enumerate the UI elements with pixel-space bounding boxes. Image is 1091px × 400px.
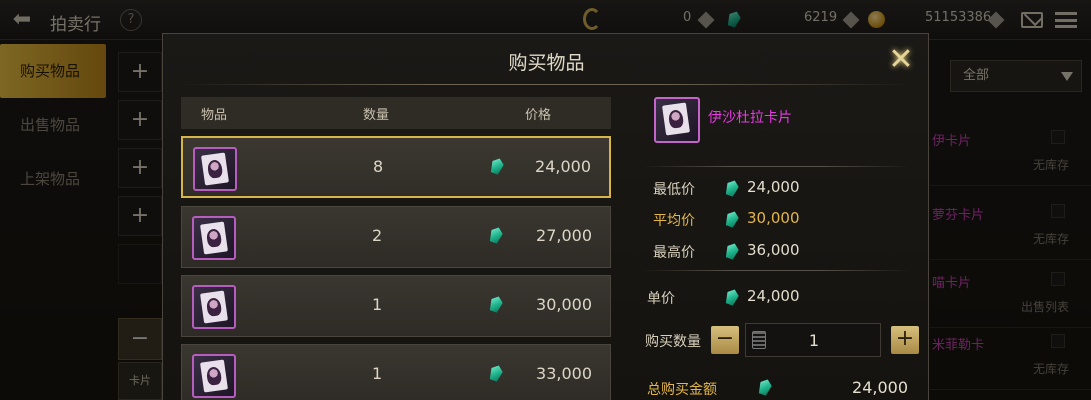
table-row[interactable]: 1 33,000	[181, 344, 611, 400]
row-qty: 1	[372, 295, 383, 314]
column-price: 价格	[525, 108, 552, 123]
buy-item-dialog: 购买物品 ✕ 物品 数量 价格 8 24,000 2 27,000 1 30,0…	[162, 33, 929, 400]
gem-icon	[724, 178, 741, 197]
quantity-value: 1	[808, 331, 820, 350]
divider	[641, 166, 911, 167]
column-item: 物品	[201, 108, 228, 123]
close-button[interactable]: ✕	[883, 42, 919, 78]
max-price-label: 最高价	[653, 245, 695, 261]
min-price-value: 24,000	[747, 178, 800, 196]
decrease-qty-button[interactable]: −	[711, 326, 739, 354]
item-thumbnail	[193, 147, 237, 191]
min-price-label: 最低价	[653, 182, 695, 198]
row-qty: 1	[372, 364, 383, 383]
gem-icon	[488, 225, 505, 244]
table-row[interactable]: 2 27,000	[181, 206, 611, 268]
buy-qty-label: 购买数量	[645, 334, 701, 350]
divider	[181, 84, 911, 85]
increase-qty-button[interactable]: +	[891, 326, 919, 354]
listing-table-header: 物品 数量 价格	[181, 97, 611, 129]
row-qty: 2	[372, 226, 383, 245]
gem-icon	[724, 287, 741, 306]
column-qty: 数量	[363, 108, 390, 123]
row-price: 24,000	[535, 157, 591, 176]
auction-screen: ⬅ 拍卖行 ? 0 6219 51153386 购买物品 出售物品 上架物品 +…	[0, 0, 1091, 400]
gem-icon	[489, 156, 506, 175]
row-price: 27,000	[536, 226, 592, 245]
close-icon: ✕	[888, 42, 914, 77]
item-thumbnail	[192, 354, 236, 398]
max-price-value: 36,000	[747, 241, 800, 259]
item-thumbnail	[192, 285, 236, 329]
gem-icon	[757, 377, 774, 396]
gem-icon	[488, 294, 505, 313]
gem-icon	[488, 363, 505, 382]
gem-icon	[724, 209, 741, 228]
total-amount-value: 24,000	[852, 378, 908, 397]
total-amount-label: 总购买金额	[647, 382, 717, 398]
quantity-input[interactable]: 1	[745, 323, 881, 357]
table-row[interactable]: 8 24,000	[181, 136, 611, 198]
item-thumbnail	[192, 216, 236, 260]
gem-icon	[724, 241, 741, 260]
table-row[interactable]: 1 30,000	[181, 275, 611, 337]
row-qty: 8	[373, 157, 384, 176]
avg-price-value: 30,000	[747, 209, 800, 227]
avg-price-label: 平均价	[653, 213, 695, 229]
divider	[641, 270, 911, 271]
dialog-title: 购买物品	[508, 52, 585, 74]
row-price: 33,000	[536, 364, 592, 383]
unit-price-label: 单价	[647, 291, 675, 307]
row-price: 30,000	[536, 295, 592, 314]
selected-item-thumbnail	[654, 97, 700, 143]
selected-item-name: 伊沙杜拉卡片	[708, 110, 792, 126]
unit-price-value: 24,000	[747, 287, 800, 305]
